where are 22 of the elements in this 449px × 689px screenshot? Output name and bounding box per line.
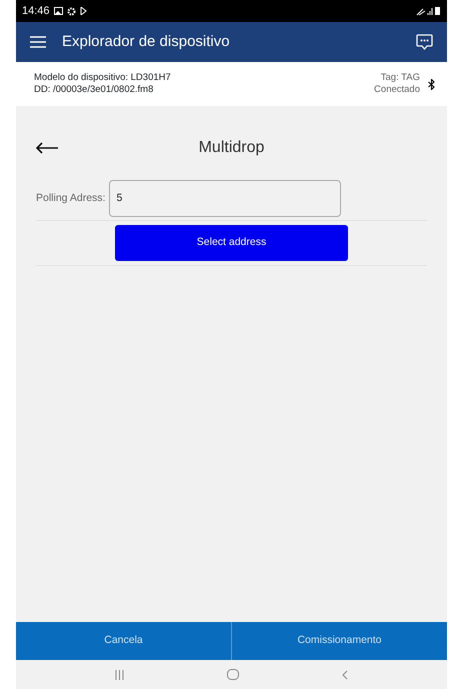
menu-icon[interactable] <box>30 36 46 48</box>
page-title: Multidrop <box>198 138 266 158</box>
device-model: Modelo do dispositivo: LD301H7 <box>34 72 172 84</box>
chat-icon[interactable] <box>416 34 433 50</box>
back-arrow-icon[interactable] <box>36 142 58 154</box>
gear-icon <box>66 6 76 16</box>
cancel-button[interactable]: Cancela <box>16 622 231 660</box>
back-icon[interactable] <box>342 670 348 680</box>
signal-icon <box>415 6 441 16</box>
select-address-button[interactable]: Select address <box>115 225 348 261</box>
app-title: Explorador de dispositivo <box>62 32 231 52</box>
status-time: 14:46 <box>22 4 50 19</box>
play-icon <box>80 7 87 15</box>
recent-apps-icon[interactable] <box>115 670 124 680</box>
tag-text: Tag: TAG <box>380 72 420 84</box>
field-label: Polling Adress: <box>36 190 106 206</box>
dd-path: DD: /00003e/3e01/0802.fm8 <box>34 84 154 96</box>
connection-status: Conectado <box>374 84 420 96</box>
home-icon[interactable] <box>226 669 239 680</box>
polling-address-field[interactable]: 5 <box>109 180 342 217</box>
image-icon <box>54 7 63 15</box>
bluetooth-icon <box>428 78 435 90</box>
